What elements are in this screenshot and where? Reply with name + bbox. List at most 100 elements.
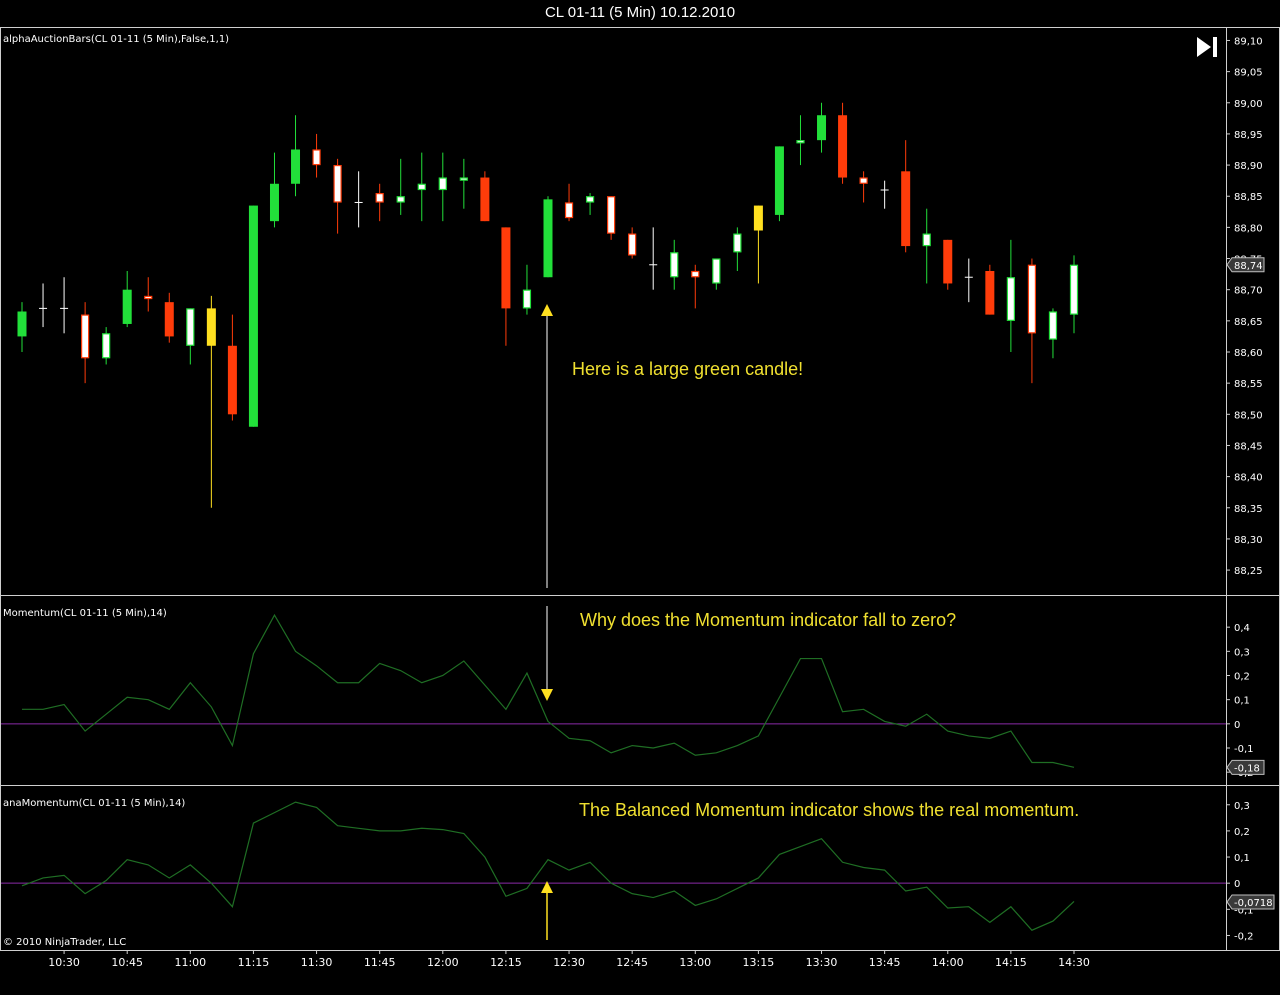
momentum-axis-tick-label: 0,1 bbox=[1234, 696, 1250, 707]
candle-body bbox=[628, 233, 637, 256]
time-axis-tick-label: 10:30 bbox=[48, 956, 80, 969]
skip-to-end-icon[interactable] bbox=[1196, 36, 1220, 58]
time-axis-tick-label: 12:30 bbox=[553, 956, 585, 969]
price-axis-tick-label: 88,40 bbox=[1234, 473, 1263, 484]
candle-body bbox=[985, 271, 995, 315]
candle-body bbox=[712, 258, 721, 284]
candle-body bbox=[122, 289, 132, 324]
candle-body bbox=[17, 311, 27, 337]
momentum-axis-tick-label: 0,4 bbox=[1234, 623, 1250, 634]
candle-body bbox=[333, 164, 342, 203]
candle-body bbox=[522, 289, 532, 309]
candle-body bbox=[164, 302, 174, 337]
price-axis-tick-label: 88,80 bbox=[1234, 223, 1263, 234]
price-axis-tick-label: 88,60 bbox=[1234, 348, 1263, 359]
candle-body bbox=[144, 295, 153, 300]
price-axis-tick-label: 88,95 bbox=[1234, 130, 1263, 141]
candle-body bbox=[291, 149, 301, 184]
momentum-axis-tick-label: 0,2 bbox=[1234, 672, 1250, 683]
candle-body bbox=[1069, 264, 1079, 315]
price-last-value-label: 88,74 bbox=[1234, 261, 1263, 272]
time-axis-tick-label: 14:30 bbox=[1058, 956, 1090, 969]
price-axis-tick-label: 88,55 bbox=[1234, 379, 1263, 390]
time-axis-tick-label: 11:15 bbox=[238, 956, 270, 969]
candle-body bbox=[312, 149, 321, 166]
ana-momentum-axis-tick-label: 0,3 bbox=[1234, 801, 1250, 812]
candle-body bbox=[1048, 311, 1058, 340]
ana-momentum-axis-tick-label: 0 bbox=[1234, 879, 1240, 890]
momentum-panel-label: Momentum(CL 01-11 (5 Min),14) bbox=[3, 608, 167, 619]
candle-body bbox=[417, 183, 426, 191]
price-axis-tick-label: 89,10 bbox=[1234, 36, 1263, 47]
annotation-arrow-head bbox=[541, 304, 553, 316]
time-axis-tick-label: 12:00 bbox=[427, 956, 459, 969]
candle-body bbox=[733, 233, 742, 253]
price-axis-tick-label: 88,70 bbox=[1234, 286, 1263, 297]
momentum-axis-tick-label: -0,1 bbox=[1234, 744, 1254, 755]
price-panel-label: alphaAuctionBars(CL 01-11 (5 Min),False,… bbox=[3, 34, 229, 45]
price-axis-tick-label: 88,90 bbox=[1234, 161, 1263, 172]
candle-body bbox=[102, 333, 111, 359]
price-axis-tick-label: 88,35 bbox=[1234, 504, 1263, 515]
candle-body bbox=[691, 270, 700, 278]
price-axis-tick-label: 88,45 bbox=[1234, 441, 1263, 452]
chart-window: CL 01-11 (5 Min) 10.12.2010 alphaAuction… bbox=[0, 0, 1280, 995]
candle-body bbox=[480, 177, 490, 222]
annotation-arrow-head bbox=[541, 689, 553, 701]
candle-body bbox=[838, 115, 848, 178]
ana-momentum-axis-tick-label: 0,2 bbox=[1234, 827, 1250, 838]
momentum-last-value-label: -0,18 bbox=[1234, 763, 1260, 774]
candle-body bbox=[774, 146, 784, 215]
momentum-axis-tick-label: 0,3 bbox=[1234, 647, 1250, 658]
candle-body bbox=[438, 177, 447, 191]
candle-body bbox=[375, 193, 384, 203]
time-axis-tick-label: 12:15 bbox=[490, 956, 522, 969]
ana-momentum-last-value-label: -0,0718 bbox=[1234, 898, 1273, 909]
price-axis-tick-label: 88,30 bbox=[1234, 535, 1263, 546]
ana-momentum-panel-label: anaMomentum(CL 01-11 (5 Min),14) bbox=[3, 798, 185, 809]
copyright-text: © 2010 NinjaTrader, LLC bbox=[3, 937, 127, 948]
price-annotation-text: Here is a large green candle! bbox=[572, 359, 803, 379]
candle-body bbox=[396, 196, 405, 203]
time-axis-tick-label: 13:15 bbox=[743, 956, 775, 969]
candle-body bbox=[585, 196, 595, 203]
candle-body bbox=[607, 196, 616, 234]
time-axis-tick-label: 14:00 bbox=[932, 956, 964, 969]
candle-body bbox=[859, 177, 868, 184]
ana-momentum-series-line bbox=[21, 801, 1075, 931]
ana-momentum-axis-tick-label: -0,2 bbox=[1234, 931, 1254, 942]
candle-body bbox=[753, 205, 763, 231]
price-axis-tick-label: 89,05 bbox=[1234, 68, 1263, 79]
price-axis-tick-label: 88,25 bbox=[1234, 566, 1263, 577]
time-axis-tick-label: 12:45 bbox=[616, 956, 648, 969]
candle-body bbox=[81, 314, 90, 359]
time-axis-tick-label: 13:00 bbox=[679, 956, 711, 969]
candle-body bbox=[901, 171, 911, 247]
candle-body bbox=[459, 177, 468, 181]
time-axis-tick-label: 11:45 bbox=[364, 956, 396, 969]
candle-body bbox=[269, 183, 279, 222]
candle-body bbox=[543, 199, 553, 278]
ana-momentum-annotation-text: The Balanced Momentum indicator shows th… bbox=[579, 800, 1079, 820]
candle-body bbox=[501, 227, 511, 309]
price-axis-tick-label: 88,65 bbox=[1234, 317, 1263, 328]
time-axis-tick-label: 14:15 bbox=[995, 956, 1027, 969]
candle-body bbox=[248, 205, 258, 427]
candle-body bbox=[670, 252, 679, 278]
time-axis-tick-label: 11:30 bbox=[301, 956, 333, 969]
candle-body bbox=[922, 233, 931, 247]
candle-body bbox=[1006, 277, 1015, 321]
candle-body bbox=[943, 239, 953, 284]
price-axis-tick-label: 88,50 bbox=[1234, 410, 1263, 421]
candle-body bbox=[564, 202, 574, 219]
price-axis-tick-label: 89,00 bbox=[1234, 99, 1263, 110]
candle-body bbox=[817, 115, 827, 141]
candle-body bbox=[227, 345, 237, 415]
time-axis-tick-label: 13:30 bbox=[806, 956, 838, 969]
candle-body bbox=[186, 308, 195, 346]
ana-momentum-axis-tick-label: 0,1 bbox=[1234, 853, 1250, 864]
chart-canvas[interactable]: alphaAuctionBars(CL 01-11 (5 Min),False,… bbox=[0, 0, 1280, 995]
time-axis-tick-label: 10:45 bbox=[111, 956, 143, 969]
time-axis-tick-label: 13:45 bbox=[869, 956, 901, 969]
time-axis-tick-label: 11:00 bbox=[174, 956, 206, 969]
